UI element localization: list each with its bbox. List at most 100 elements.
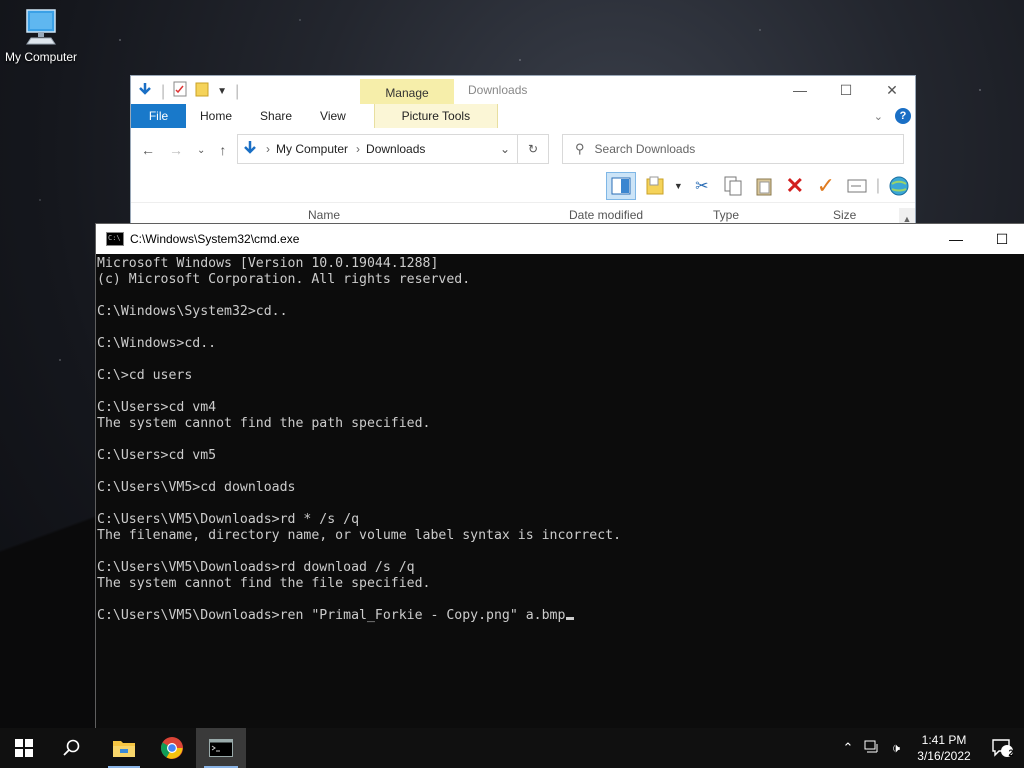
command-toolbar: ▼ ✂ ✕ ✓ | [605,172,911,200]
breadcrumb-downloads[interactable]: Downloads [366,142,425,156]
network-icon[interactable] [860,740,884,757]
console-line: C:\Windows>cd.. [97,336,217,351]
down-arrow-icon[interactable] [137,81,153,102]
search-field[interactable]: ⚲ Search Downloads [562,134,904,164]
maximize-button[interactable]: ☐ [823,76,869,104]
folder-icon [113,741,135,757]
expand-ribbon-icon[interactable]: ⌄ [874,110,883,123]
taskbar-chrome[interactable] [148,728,196,768]
column-header-date-modified[interactable]: Date modified [569,208,643,222]
recent-locations-chevron-icon[interactable]: ⌄ [197,145,205,156]
properties-icon[interactable] [173,81,187,102]
help-button[interactable]: ? [895,108,911,124]
forward-arrow-icon[interactable]: → [169,142,183,158]
console-line: C:\Users\VM5>cd downloads [97,480,296,495]
column-header-size[interactable]: Size [833,208,856,222]
new-item-icon[interactable] [643,174,667,198]
cmd-window[interactable]: C:\ C:\Windows\System32\cmd.exe — ☐ Micr… [95,223,1024,730]
desktop-icon-my-computer[interactable]: My Computer [2,8,80,64]
action-center-button[interactable]: 2 [980,728,1024,768]
tab-share[interactable]: Share [246,104,306,128]
close-button[interactable]: ✕ [869,76,915,104]
chrome-icon [161,737,183,759]
ribbon-tabs: File Home Share View Picture Tools ⌄ ? [131,104,915,128]
volume-icon[interactable]: 🕩 [884,740,908,756]
delete-icon[interactable]: ✕ [783,173,807,198]
taskbar-file-explorer[interactable] [100,728,148,768]
new-item-dropdown-icon[interactable]: ▼ [674,181,683,191]
new-folder-icon[interactable] [195,81,209,102]
show-hidden-icons-chevron-icon[interactable]: ⌃ [836,740,860,756]
tab-picture-tools[interactable]: Picture Tools [373,104,498,128]
cmd-minimize-button[interactable]: — [933,224,979,254]
address-bar[interactable]: › My Computer › Downloads ⌄ ↻ [237,134,549,164]
search-button[interactable] [48,728,96,768]
notification-count: 2 [1008,748,1014,758]
tab-home[interactable]: Home [186,104,246,128]
terminal-icon [209,739,233,757]
cmd-icon: C:\ [106,232,124,246]
search-icon: ⚲ [575,141,585,156]
console-line: C:\Users>cd vm5 [97,448,217,463]
column-header-name[interactable]: Name [308,208,340,222]
back-arrow-icon[interactable]: ← [141,142,155,158]
refresh-icon[interactable]: ↻ [517,135,548,163]
tab-file[interactable]: File [131,104,186,128]
checkmark-icon[interactable]: ✓ [814,173,838,198]
start-button[interactable] [0,728,48,768]
wallpaper-mountain [0,458,100,728]
breadcrumb-my-computer[interactable]: My Computer [276,142,348,156]
paste-icon[interactable] [752,174,776,198]
globe-icon[interactable] [887,174,911,198]
column-header-type[interactable]: Type [713,208,739,222]
up-arrow-icon[interactable]: ↑ [219,142,226,158]
text-cursor [566,617,575,620]
copy-icon[interactable] [721,174,745,198]
address-dropdown-icon[interactable]: ⌄ [500,142,510,156]
cut-icon[interactable]: ✂ [690,174,714,198]
taskbar: ⌃ 🕩 1:41 PM 3/16/2022 2 [0,728,1024,768]
windows-logo-icon [15,739,33,757]
cmd-maximize-button[interactable]: ☐ [979,224,1024,254]
console-line: C:\Users\VM5\Downloads>ren "Primal_Forki… [97,608,1024,624]
cmd-title: C:\Windows\System32\cmd.exe [130,232,300,246]
window-title: Downloads [468,83,528,97]
preview-pane-icon[interactable] [605,172,636,200]
system-tray: ⌃ 🕩 1:41 PM 3/16/2022 2 [836,728,1024,768]
console-line: C:\Windows\System32>cd.. [97,304,288,319]
console-line: C:\>cd users [97,368,193,383]
breadcrumb-chevron-icon[interactable]: › [356,142,360,156]
console-line: C:\Users\VM5\Downloads>rd download /s /q [97,560,415,575]
console-line: C:\Users\VM5\Downloads>rd * /s /q [97,512,360,527]
taskbar-cmd[interactable] [196,728,246,768]
computer-icon [23,8,59,48]
toolbar-separator: | [875,177,880,194]
console-line: The filename, directory name, or volume … [97,528,622,543]
rename-icon[interactable] [845,174,869,198]
tab-manage[interactable]: Manage [360,79,454,104]
console-line: C:\Users>cd vm4 [97,400,217,415]
breadcrumb-chevron-icon[interactable]: › [266,142,270,156]
search-placeholder: Search Downloads [594,142,696,156]
customize-dropdown-icon[interactable]: ▼ [217,86,227,97]
explorer-titlebar[interactable]: | ▼ | Manage Downloads — ☐ ✕ [131,76,915,104]
desktop-icon-label: My Computer [4,50,78,64]
cmd-titlebar[interactable]: C:\ C:\Windows\System32\cmd.exe — ☐ [96,224,1024,254]
tab-view[interactable]: View [306,104,360,128]
quick-access-toolbar: | ▼ | [137,81,239,102]
address-row: ← → ⌄ ↑ › My Computer › Downloads ⌄ ↻ ⚲ … [131,134,915,164]
search-icon [63,739,80,756]
file-explorer-window[interactable]: | ▼ | Manage Downloads — ☐ ✕ File Home S… [130,75,916,230]
clock[interactable]: 1:41 PM 3/16/2022 [908,732,980,764]
console-line: (c) Microsoft Corporation. All rights re… [97,272,471,287]
console-output[interactable]: Microsoft Windows [Version 10.0.19044.12… [96,254,1024,624]
minimize-button[interactable]: — [777,76,823,104]
column-headers: Name Date modified Type Size ▲ [131,202,915,230]
